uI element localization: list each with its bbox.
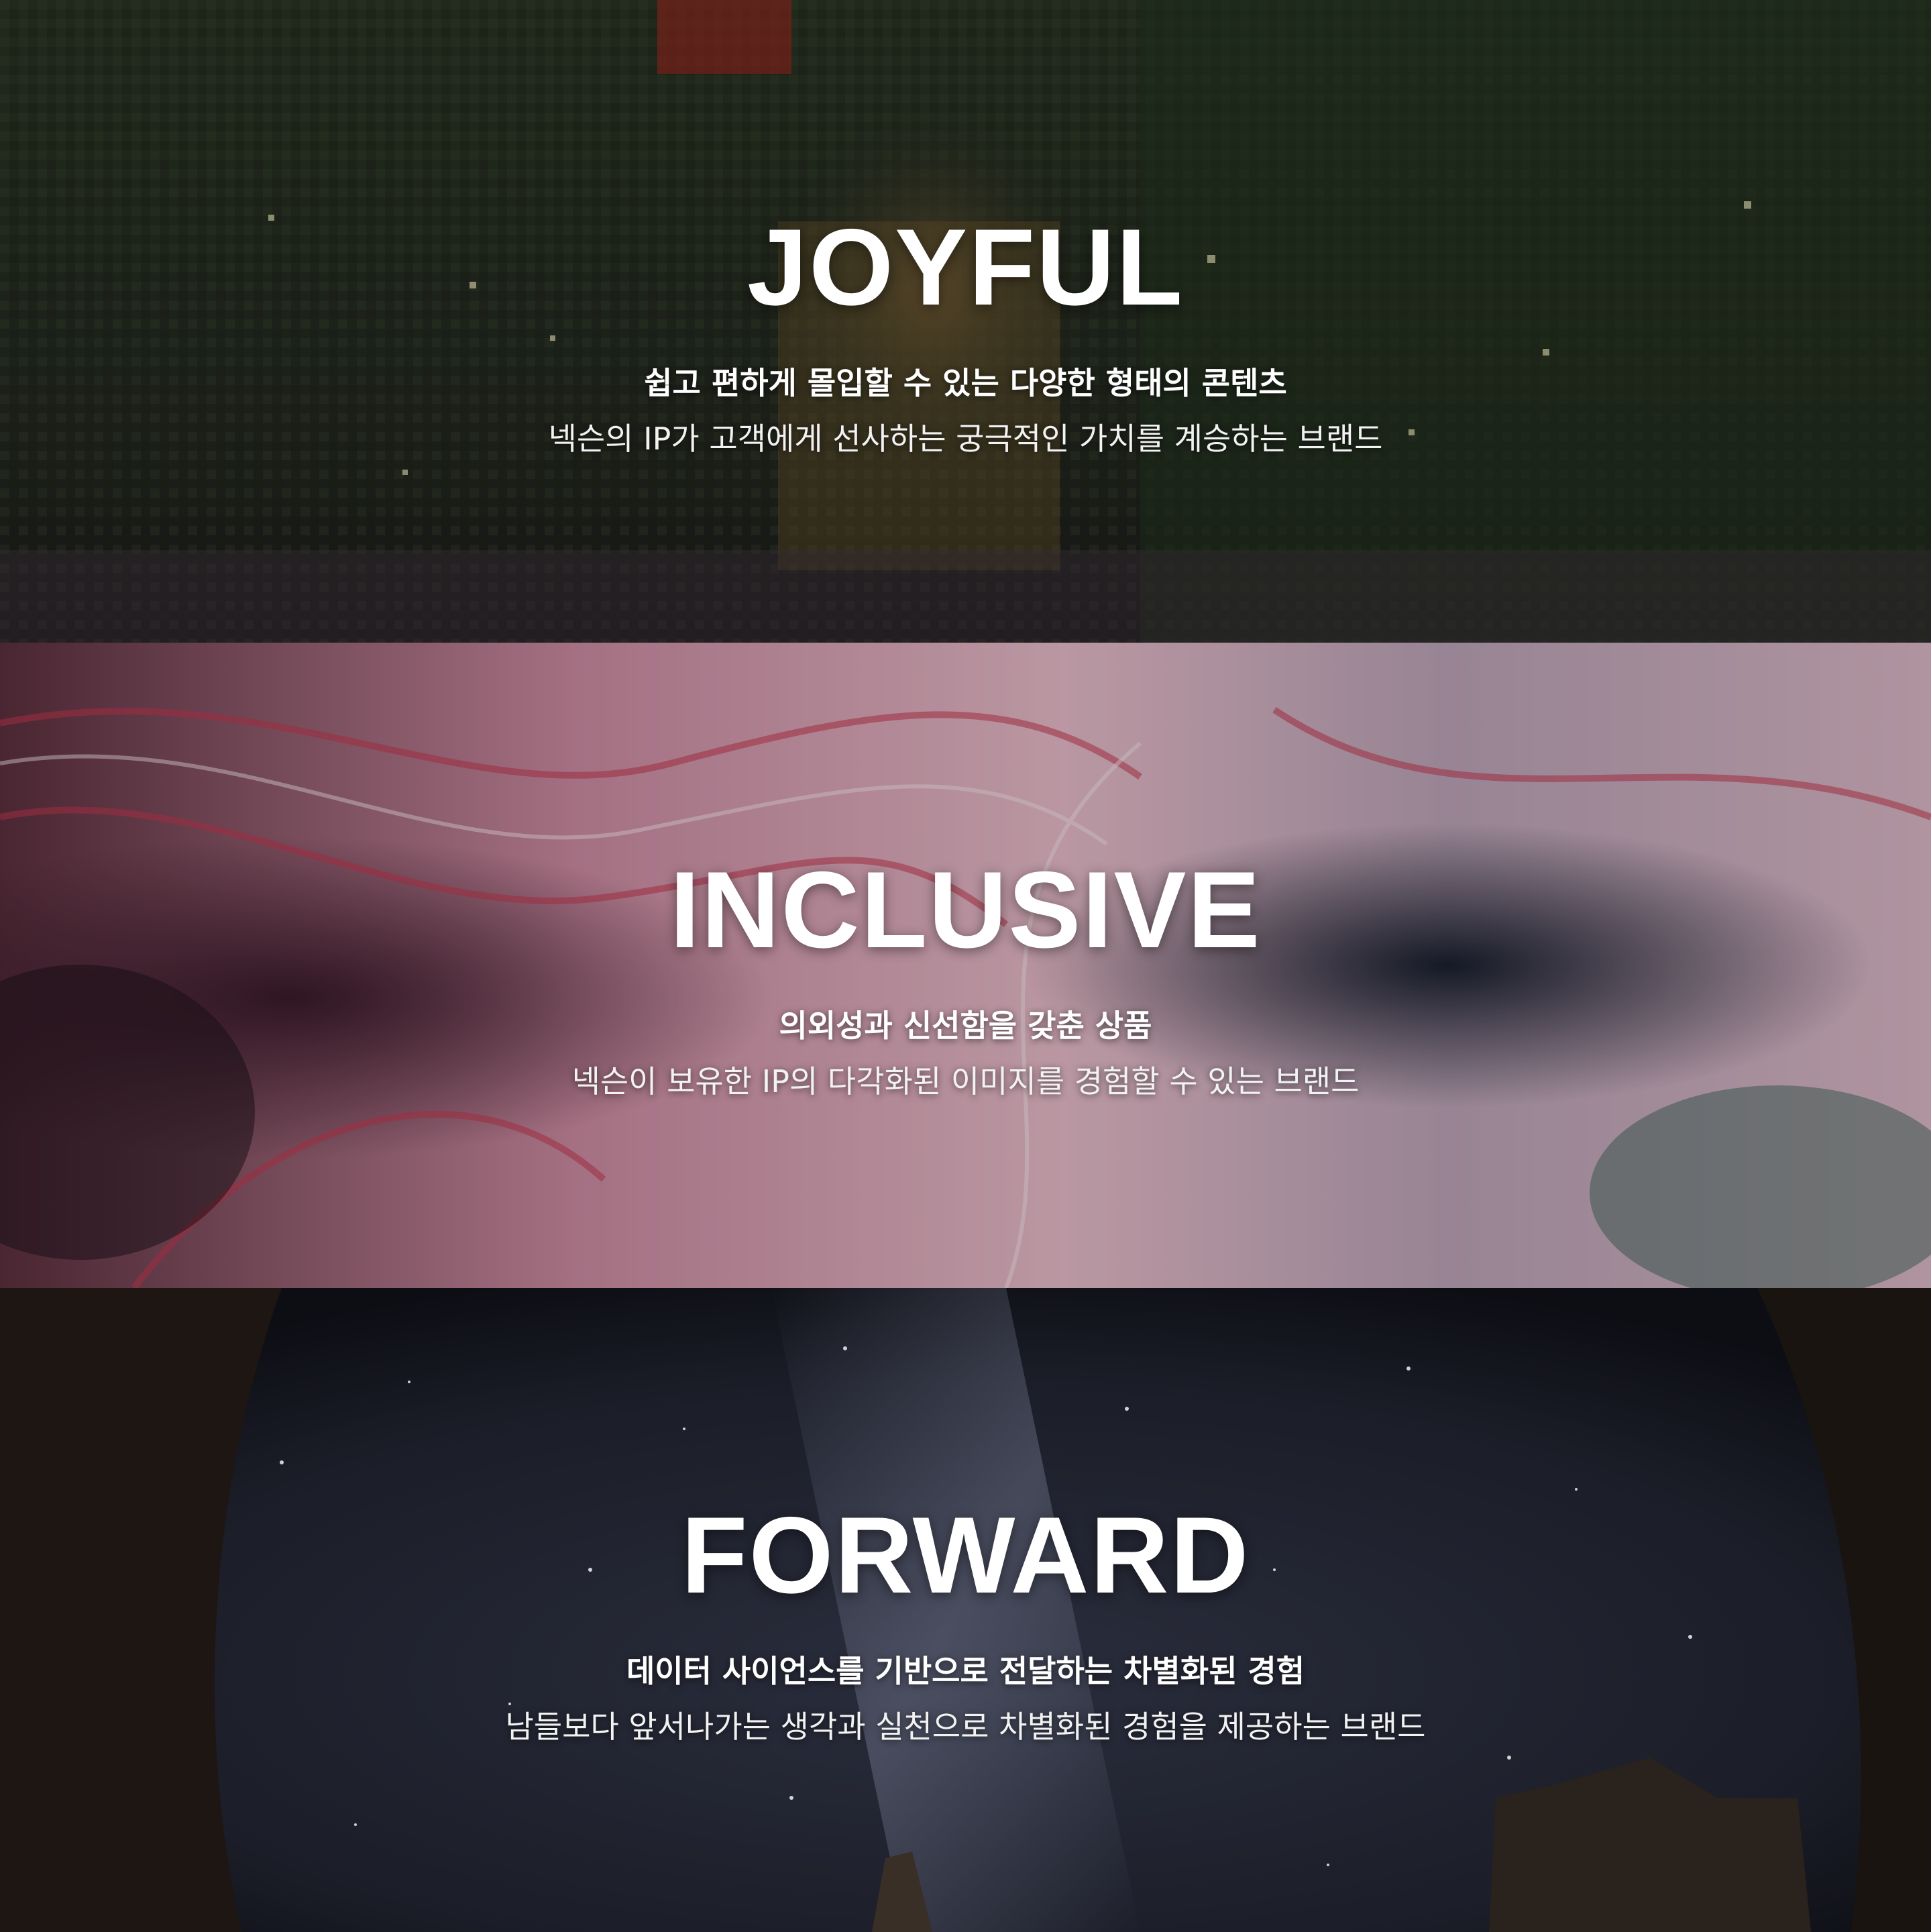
inclusive-section: INCLUSIVE 의외성과 신선함을 갖춘 상품 넥슨이 보유한 IP의 다각… [0,643,1931,1288]
joyful-text: JOYFUL 쉽고 편하게 몰입할 수 있는 다양한 형태의 콘텐츠 넥슨의 I… [0,213,1931,458]
joyful-section: JOYFUL 쉽고 편하게 몰입할 수 있는 다양한 형태의 콘텐츠 넥슨의 I… [0,0,1931,643]
section-description: 넥슨이 보유한 IP의 다각화된 이미지를 경험할 수 있는 브랜드 [571,1063,1360,1100]
section-title: INCLUSIVE [669,849,1262,971]
section-title: JOYFUL [747,207,1184,328]
section-tagline: 의외성과 신선함을 갖춘 상품 [779,1008,1152,1044]
section-tagline: 데이터 사이언스를 기반으로 전달하는 차별화된 경험 [626,1653,1305,1689]
section-title: FORWARD [681,1495,1250,1616]
forward-text: FORWARD 데이터 사이언스를 기반으로 전달하는 차별화된 경험 남들보다… [0,1501,1931,1746]
section-description: 넥슨의 IP가 고객에게 선사하는 궁극적인 가치를 계승하는 브랜드 [548,421,1383,458]
inclusive-text: INCLUSIVE 의외성과 신선함을 갖춘 상품 넥슨이 보유한 IP의 다각… [0,856,1931,1100]
section-description: 남들보다 앞서나가는 생각과 실천으로 차별화된 경험을 제공하는 브랜드 [505,1709,1426,1746]
forward-section: FORWARD 데이터 사이언스를 기반으로 전달하는 차별화된 경험 남들보다… [0,1288,1931,1932]
section-tagline: 쉽고 편하게 몰입할 수 있는 다양한 형태의 콘텐츠 [644,365,1287,401]
